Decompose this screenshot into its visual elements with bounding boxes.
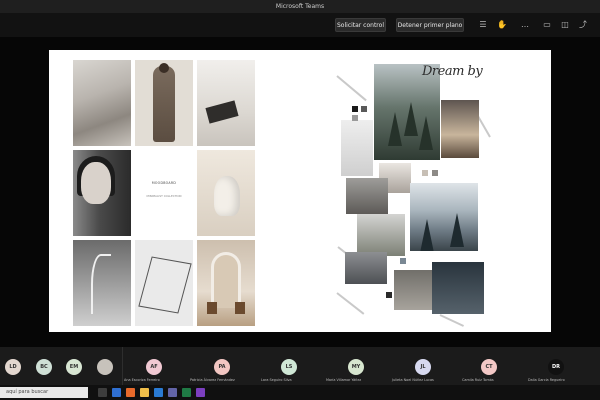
- video-tile-avatar[interactable]: AF: [146, 359, 162, 375]
- video-tile-name: María Villamor Yáñez: [326, 378, 362, 382]
- wire-shape: [138, 256, 192, 314]
- tree-shape: [420, 219, 434, 251]
- tree-shape: [388, 112, 402, 146]
- video-tile-avatar[interactable]: JL: [415, 359, 431, 375]
- avatar-initials: AF: [150, 364, 158, 370]
- tile-separator: [122, 347, 123, 385]
- tree-shape: [450, 213, 464, 247]
- moodboard-image-texture: [394, 270, 432, 310]
- windows-taskbar: [0, 385, 600, 400]
- avatar-initials: MY: [351, 364, 361, 370]
- avatar-initials: BC: [40, 364, 48, 370]
- store-icon[interactable]: [154, 388, 163, 397]
- meeting-toolbar: [0, 13, 600, 37]
- participant-avatar[interactable]: BC: [36, 359, 52, 375]
- video-tile-avatar[interactable]: DR: [548, 359, 564, 375]
- request-control-button[interactable]: Solicitar control: [335, 18, 386, 32]
- participant-avatar[interactable]: [97, 359, 113, 375]
- brand-title: MOODBOARD: [151, 181, 177, 185]
- video-tile-name: Camila Ruiz Tomás: [462, 378, 494, 382]
- video-tile-name: Dalia García Regueiro: [528, 378, 565, 382]
- video-tile-avatar[interactable]: PA: [214, 359, 230, 375]
- participants-icon[interactable]: ☰: [478, 20, 488, 30]
- excel-icon[interactable]: [182, 388, 191, 397]
- taskbar-search-input[interactable]: aquí para buscar: [0, 387, 88, 398]
- edge-icon[interactable]: [112, 388, 121, 397]
- avatar-initials: DR: [551, 364, 560, 370]
- participant-avatar[interactable]: LD: [5, 359, 21, 375]
- vase-shape: [214, 176, 240, 216]
- moodboard-image-fabric: [73, 60, 131, 146]
- avatar-initials: EM: [69, 364, 79, 370]
- video-tile-name: Ana Escoriza Ferreiro: [124, 378, 160, 382]
- sculpture-shape: [91, 254, 111, 314]
- tree-shape: [419, 116, 433, 150]
- color-swatch: [361, 106, 367, 112]
- video-tile-avatar[interactable]: MY: [348, 359, 364, 375]
- video-tile-avatar[interactable]: CT: [481, 359, 497, 375]
- chair-shape: [207, 302, 217, 314]
- raise-hand-icon[interactable]: ✋: [497, 20, 507, 30]
- teams-icon[interactable]: [168, 388, 177, 397]
- share-icon[interactable]: ⤴: [578, 20, 588, 30]
- participant-avatar[interactable]: EM: [66, 359, 82, 375]
- chair-shape: [235, 302, 245, 314]
- book-shape: [205, 100, 239, 124]
- avatar-initials: CT: [485, 364, 493, 370]
- participants-tray: [0, 347, 600, 385]
- avatar-initials: PA: [218, 364, 226, 370]
- tree-shape: [404, 102, 418, 136]
- moodboard-image-winter-lake: [410, 183, 478, 251]
- brand-subtitle: MINIMALIST COLLECTION: [146, 194, 182, 198]
- model-head-shape: [159, 63, 169, 73]
- moodboard-image-interior: [341, 120, 373, 176]
- moodboard-image-coat: [135, 60, 193, 146]
- avatar-initials: JL: [420, 364, 426, 370]
- moodboard-image-hands: [432, 262, 484, 314]
- onenote-icon[interactable]: [196, 388, 205, 397]
- task-view-icon[interactable]: [98, 388, 107, 397]
- color-swatch: [352, 115, 358, 121]
- moodboard-image-pines: [357, 214, 405, 256]
- firefox-icon[interactable]: [126, 388, 135, 397]
- arch-shape: [211, 252, 241, 308]
- color-swatch: [422, 170, 428, 176]
- moodboard-image-arch-room: [197, 240, 255, 326]
- moodboard-script-title: Dream by: [422, 64, 483, 79]
- color-swatch: [386, 292, 392, 298]
- moodboard-image-portrait: [73, 150, 131, 236]
- moodboard-brand-tile: MOODBOARD MINIMALIST COLLECTION: [135, 150, 193, 236]
- face-shape: [81, 162, 111, 204]
- chat-icon[interactable]: ▭: [542, 20, 552, 30]
- video-tile-name: Lara Seguiro Silva: [261, 378, 292, 382]
- avatar-initials: LD: [9, 364, 17, 370]
- stop-presenting-button[interactable]: Detener primer plano: [396, 18, 464, 32]
- more-options-icon[interactable]: …: [520, 20, 530, 30]
- coat-shape: [153, 66, 175, 142]
- moodboard-image-rocks: [346, 178, 388, 214]
- color-swatch: [400, 258, 406, 264]
- color-swatch: [352, 106, 358, 112]
- video-tile-name: Patricia Álvarez Fernández: [190, 378, 235, 382]
- file-explorer-icon[interactable]: [140, 388, 149, 397]
- camera-icon[interactable]: ◫: [560, 20, 570, 30]
- video-tile-avatar[interactable]: LS: [281, 359, 297, 375]
- moodboard-image-wire-art: [135, 240, 193, 326]
- moodboard-image-book: [197, 60, 255, 146]
- video-tile-name: Julieta Noel Núñez Lucas: [392, 378, 434, 382]
- moodboard-image-vase: [197, 150, 255, 236]
- moodboard-image-sculpture: [73, 240, 131, 326]
- moodboard-image-stones: [345, 252, 387, 284]
- avatar-initials: LS: [285, 364, 293, 370]
- color-swatch: [432, 170, 438, 176]
- window-title: Microsoft Teams: [0, 0, 600, 13]
- moodboard-image-woman: [441, 100, 479, 158]
